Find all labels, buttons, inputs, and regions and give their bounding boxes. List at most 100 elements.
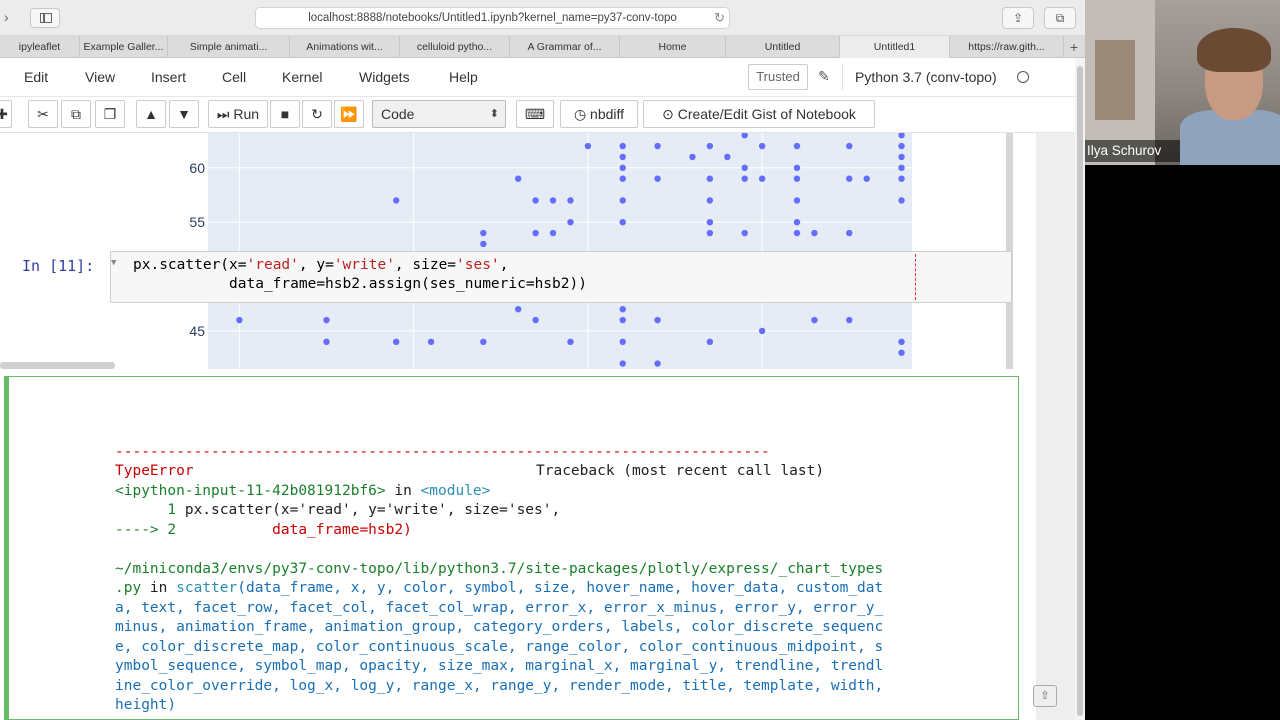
insert-cell-button[interactable]: ✚ — [0, 100, 12, 128]
menu-insert[interactable]: Insert — [151, 69, 186, 85]
browser-tab[interactable]: Untitled — [726, 36, 840, 58]
paste-button[interactable]: ❐ — [95, 100, 125, 128]
scatter-point — [793, 229, 801, 237]
move-up-button[interactable]: ▲ — [136, 100, 166, 128]
scatter-point — [532, 229, 539, 237]
code-token: 'ses' — [456, 257, 500, 273]
scatter-point — [480, 240, 487, 248]
cell-type-select[interactable]: Code ⬍ — [372, 100, 506, 128]
gist-button[interactable]: ⊙ Create/Edit Gist of Notebook — [643, 100, 875, 128]
browser-tab[interactable]: Home — [620, 36, 726, 58]
show-tabs-button[interactable]: ⧉ — [1044, 7, 1076, 29]
traceback-title: Traceback (most recent call last) — [536, 463, 825, 479]
scatter-point — [793, 197, 801, 204]
module-ref: <module> — [420, 483, 491, 499]
scatter-point — [323, 338, 330, 346]
scatter-point — [898, 197, 905, 204]
scatter-point — [724, 153, 731, 161]
copy-icon: ⧉ — [71, 106, 81, 122]
line-code: px.scatter(x='read', y='write', size='se… — [184, 502, 561, 518]
move-down-button[interactable]: ▼ — [169, 100, 199, 128]
scrollbar-thumb[interactable] — [1077, 66, 1083, 716]
restart-run-all-button[interactable]: ⏩ — [334, 100, 364, 128]
y-ticks: 45505560 — [189, 160, 205, 339]
scatter-point — [619, 153, 626, 161]
notebook-right-gutter — [1036, 133, 1075, 720]
arrow-down-icon: ▼ — [177, 106, 191, 122]
browser-tab[interactable]: Animations wit... — [290, 36, 400, 58]
scatter-point — [392, 197, 400, 204]
traceback-signature-1: .py in scatter(data_frame, x, y, color, … — [115, 579, 883, 599]
scatter-point — [846, 229, 853, 237]
address-bar[interactable]: localhost:8888/notebooks/Untitled1.ipynb… — [255, 7, 730, 29]
plus-icon: ✚ — [0, 106, 8, 122]
code-token: 'write' — [333, 257, 395, 273]
scatter-point — [549, 197, 557, 204]
sidebar-toggle-button[interactable] — [30, 8, 60, 28]
menu-widgets[interactable]: Widgets — [359, 69, 410, 85]
traceback-signature-7: height) — [115, 697, 177, 713]
restart-button[interactable]: ↻ — [302, 100, 332, 128]
notebook-toolbar: ✚ ✂ ⧉ ❐ ▲ ▼ ⏭ Run ■ ↻ ⏩ Code ⬍ ⌨ ◷ nbdif… — [0, 97, 1075, 133]
scatter-point — [741, 164, 748, 172]
traceback-input-ref: <ipython-input-11-42b081912bf6> in <modu… — [115, 482, 490, 502]
notebook-menubar: Edit View Insert Cell Kernel Widgets Hel… — [0, 58, 1075, 97]
copy-button[interactable]: ⧉ — [61, 100, 91, 128]
command-palette-button[interactable]: ⌨ — [516, 100, 554, 128]
scatter-point — [532, 197, 539, 204]
scissors-icon: ✂ — [37, 106, 49, 122]
browser-tab[interactable]: Example Galler... — [80, 36, 168, 58]
nbdiff-label: nbdiff — [590, 106, 625, 122]
menu-view[interactable]: View — [85, 69, 115, 85]
share-icon: ⇪ — [1012, 11, 1024, 25]
scatter-point — [619, 197, 626, 204]
clock-icon: ◷ — [573, 106, 587, 122]
pencil-icon[interactable]: ✎ — [818, 68, 830, 85]
interrupt-button[interactable]: ■ — [270, 100, 300, 128]
new-tab-button[interactable]: + — [1064, 36, 1084, 58]
scatter-point — [898, 349, 905, 356]
file-ext: .py — [115, 580, 142, 596]
menu-cell[interactable]: Cell — [222, 69, 246, 85]
page-scrollbar[interactable] — [1075, 58, 1085, 720]
code-token: , — [499, 257, 509, 273]
scatter-point — [654, 360, 661, 367]
scatter-point — [619, 164, 626, 172]
scatter-point — [811, 316, 818, 324]
in-word: in — [385, 483, 421, 499]
error-arrow: ----> 2 — [115, 522, 185, 538]
menu-edit[interactable]: Edit — [24, 69, 48, 85]
fold-arrow-icon[interactable]: ▼ — [111, 258, 116, 268]
code-editor[interactable]: ▼ px.scatter(x='read', y='write', size='… — [110, 251, 1012, 303]
nbdiff-button[interactable]: ◷ nbdiff — [560, 100, 638, 128]
traceback-signature-3: minus, animation_frame, animation_group,… — [115, 619, 884, 635]
browser-tab-active[interactable]: Untitled1 — [840, 36, 950, 58]
output-horizontal-scrollbar[interactable] — [0, 362, 115, 369]
scatter-point — [654, 316, 661, 324]
scatter-point — [619, 360, 626, 367]
browser-tab[interactable]: celluloid pytho... — [400, 36, 510, 58]
reload-icon[interactable]: ↻ — [714, 8, 725, 28]
menu-kernel[interactable]: Kernel — [282, 69, 322, 85]
scroll-to-top-button[interactable]: ⇧ — [1033, 685, 1057, 707]
forward-chevron-icon[interactable]: › — [4, 9, 9, 25]
browser-tab[interactable]: https://raw.gith... — [950, 36, 1064, 58]
browser-titlebar: › localhost:8888/notebooks/Untitled1.ipy… — [0, 0, 1085, 36]
browser-tab[interactable]: ipyleaflet — [0, 36, 80, 58]
run-button[interactable]: ⏭ Run — [208, 100, 268, 128]
scatter-point — [706, 197, 714, 204]
scatter-point — [706, 175, 714, 182]
y-tick-label: 45 — [189, 323, 205, 339]
scatter-point — [619, 175, 626, 182]
y-tick-label: 60 — [189, 160, 205, 176]
share-button[interactable]: ⇪ — [1002, 7, 1034, 29]
cut-button[interactable]: ✂ — [28, 100, 58, 128]
browser-tab[interactable]: A Grammar of... — [510, 36, 620, 58]
scatter-point — [846, 175, 853, 182]
trusted-indicator[interactable]: Trusted — [748, 64, 808, 90]
scatter-point — [619, 316, 626, 324]
menu-help[interactable]: Help — [449, 69, 478, 85]
scatter-point — [619, 305, 626, 313]
paste-icon: ❐ — [103, 106, 117, 122]
browser-tab[interactable]: Simple animati... — [168, 36, 290, 58]
